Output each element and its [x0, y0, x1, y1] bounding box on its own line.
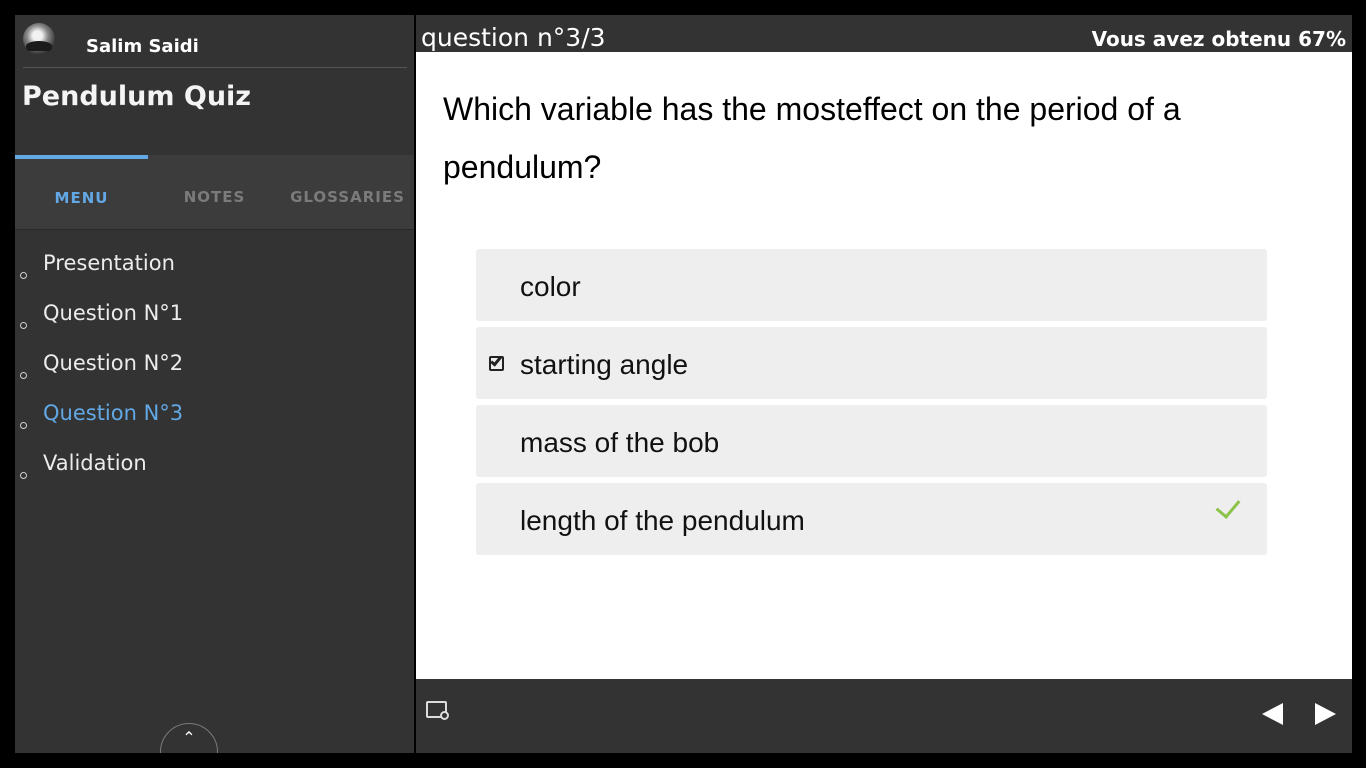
answer-label: length of the pendulum: [520, 505, 805, 536]
score-text: Vous avez obtenu 67%: [1091, 27, 1346, 51]
nav-item-label: Question N°1: [43, 301, 184, 325]
sidebar: Salim Saidi Pendulum Quiz MENU NOTES GLO…: [15, 15, 414, 753]
nav-item-label: Question N°2: [43, 351, 184, 375]
tab-menu[interactable]: MENU: [15, 155, 148, 230]
answer-label: starting angle: [520, 349, 689, 380]
checked-checkbox-icon: [489, 354, 504, 371]
nav-item-label: Question N°3: [43, 401, 184, 425]
answer-option-starting-angle[interactable]: starting angle: [476, 327, 1267, 399]
correct-check-icon: [1215, 493, 1241, 519]
answer-option-color[interactable]: color: [476, 249, 1267, 321]
bullet-icon: [20, 372, 27, 379]
nav-item-validation[interactable]: Validation: [15, 445, 414, 495]
user-row: Salim Saidi: [15, 15, 414, 68]
sidebar-tabs: MENU NOTES GLOSSARIES: [15, 155, 414, 230]
question-counter: question n°3/3: [421, 23, 606, 52]
tab-notes[interactable]: NOTES: [148, 155, 281, 230]
next-button[interactable]: [1315, 703, 1336, 725]
bullet-icon: [20, 322, 27, 329]
double-chevron-up-icon: ⌃: [182, 730, 196, 747]
nav-item-question-2[interactable]: Question N°2: [15, 345, 414, 395]
answer-label: color: [520, 271, 581, 302]
nav-list: Presentation Question N°1 Question N°2 Q…: [15, 245, 414, 495]
nav-item-question-3[interactable]: Question N°3: [15, 395, 414, 445]
top-bar: question n°3/3 Vous avez obtenu 67%: [416, 15, 1352, 52]
screen-icon[interactable]: [426, 701, 449, 720]
bullet-icon: [20, 422, 27, 429]
nav-item-question-1[interactable]: Question N°1: [15, 295, 414, 345]
answer-option-mass[interactable]: mass of the bob: [476, 405, 1267, 477]
answer-list: color starting angle mass of the bob len…: [476, 249, 1267, 561]
tab-glossaries[interactable]: GLOSSARIES: [281, 155, 414, 230]
bullet-icon: [20, 472, 27, 479]
user-name: Salim Saidi: [86, 36, 199, 57]
nav-item-presentation[interactable]: Presentation: [15, 245, 414, 295]
question-panel: Which variable has the mosteffect on the…: [416, 52, 1352, 679]
collapse-button[interactable]: ⌃: [160, 723, 218, 753]
nav-item-label: Presentation: [43, 251, 175, 275]
answer-option-length[interactable]: length of the pendulum: [476, 483, 1267, 555]
course-title: Pendulum Quiz: [22, 81, 252, 112]
avatar: [23, 23, 55, 55]
previous-button[interactable]: [1262, 703, 1283, 725]
divider: [23, 67, 407, 68]
answer-label: mass of the bob: [520, 427, 720, 458]
bottom-bar: [416, 679, 1352, 753]
bullet-icon: [20, 272, 27, 279]
nav-item-label: Validation: [43, 451, 147, 475]
question-text: Which variable has the mosteffect on the…: [443, 91, 1181, 185]
